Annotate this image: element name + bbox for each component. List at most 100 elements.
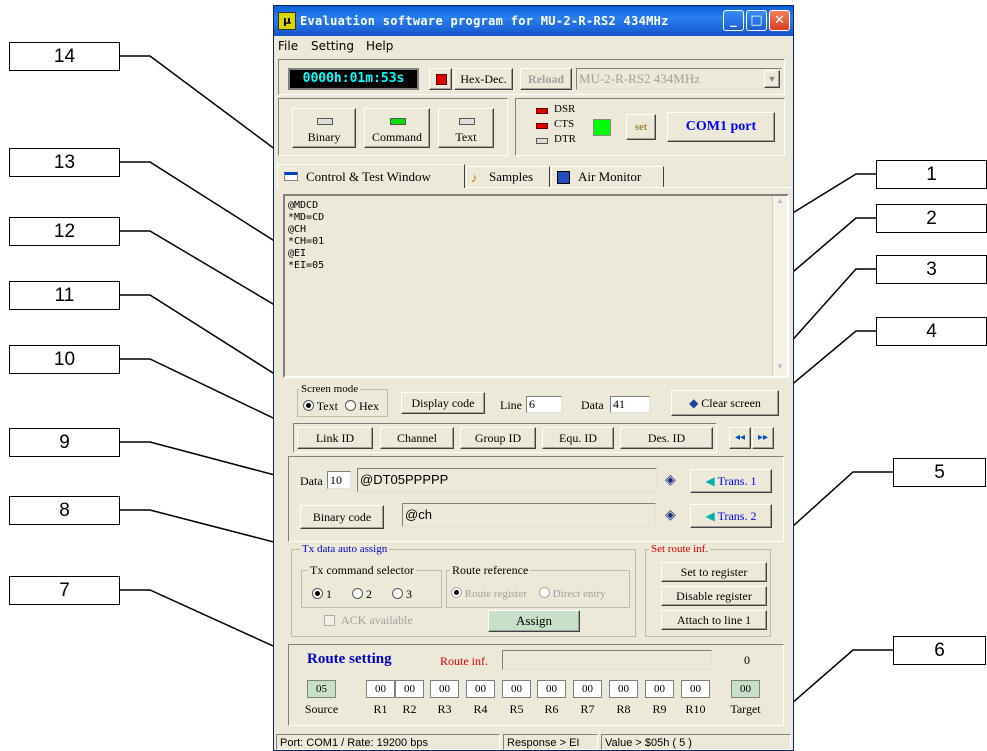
channel-button[interactable]: Channel <box>380 427 454 449</box>
tx-input-2[interactable]: @ch <box>402 503 656 527</box>
route-setting-title: Route setting <box>307 651 392 667</box>
relay-register-r10[interactable]: 00 <box>681 680 710 698</box>
trans2-button[interactable]: ◀ Trans. 2 <box>690 504 772 528</box>
tab-air-monitor[interactable]: Air Monitor <box>551 166 664 187</box>
callout-13: 13 <box>9 148 120 177</box>
link-id-button[interactable]: Link ID <box>297 427 373 449</box>
led-off-icon <box>317 118 333 125</box>
attach-to-line-button[interactable]: Attach to line 1 <box>661 610 767 630</box>
register-label: Target <box>730 702 761 716</box>
previous-icon[interactable]: ◂◂ <box>729 427 751 449</box>
disable-register-button[interactable]: Disable register <box>661 586 767 606</box>
com-port-button[interactable]: COM1 port <box>667 112 775 142</box>
reload-button[interactable]: Reload <box>520 68 572 90</box>
register-label: R10 <box>685 702 706 716</box>
relay-register-r6[interactable]: 00 <box>537 680 566 698</box>
terminal-line: *CH=01 <box>288 236 325 247</box>
register-label: R7 <box>580 702 595 716</box>
radio-selected-icon <box>451 587 462 598</box>
selector-2-radio[interactable]: 2 <box>352 587 372 602</box>
target-register[interactable]: 00 <box>731 680 760 698</box>
scroll-up-icon[interactable]: ▲ <box>773 196 787 210</box>
minimize-button[interactable]: _ <box>723 10 744 31</box>
ack-checkbox[interactable] <box>324 615 335 626</box>
callout-12: 12 <box>9 217 120 246</box>
route-count: 0 <box>744 653 750 667</box>
hexdec-indicator-button[interactable] <box>429 68 452 90</box>
status-port: Port: COM1 / Rate: 19200 bps <box>276 734 500 750</box>
device-select[interactable]: MU-2-R-RS2 434MHz <box>576 68 782 90</box>
trans1-button[interactable]: ◀ Trans. 1 <box>690 469 772 493</box>
dsr-label: DSR <box>554 103 576 115</box>
chevron-down-icon[interactable]: ▼ <box>764 70 780 88</box>
assign-button[interactable]: Assign <box>488 610 580 632</box>
binary-code-button[interactable]: Binary code <box>300 505 384 529</box>
tab-control-test[interactable]: Control & Test Window <box>277 164 465 188</box>
tab-samples[interactable]: ♪ Samples <box>466 166 550 187</box>
close-button[interactable]: ✕ <box>769 10 790 31</box>
menu-help[interactable]: Help <box>366 39 393 53</box>
status-bar: Port: COM1 / Rate: 19200 bps Response > … <box>274 733 793 751</box>
radio-unselected-icon <box>352 588 363 599</box>
text-mode-button[interactable]: Text <box>438 108 494 148</box>
clear-screen-button[interactable]: ◆ Clear screen <box>671 390 779 416</box>
terminal-line: *MD=CD <box>288 212 325 223</box>
dtr-label: DTR <box>554 133 576 145</box>
menu-setting[interactable]: Setting <box>311 39 354 53</box>
radio-selected-icon <box>312 588 323 599</box>
line-count-field: 6 <box>526 396 562 413</box>
command-mode-button[interactable]: Command <box>364 108 430 148</box>
group-id-button[interactable]: Group ID <box>460 427 536 449</box>
samples-icon: ♪ <box>471 170 478 185</box>
vertical-scrollbar[interactable]: ▲ ▼ <box>772 196 787 376</box>
radio-unselected-icon <box>539 587 550 598</box>
selector-1-radio[interactable]: 1 <box>312 587 332 602</box>
relay-register-r7[interactable]: 00 <box>573 680 602 698</box>
scroll-down-icon[interactable]: ▼ <box>773 362 787 376</box>
cts-label: CTS <box>554 118 575 130</box>
relay-register-r2[interactable]: 00 <box>395 680 424 698</box>
register-label: R6 <box>544 702 559 716</box>
tx-data-count: 10 <box>327 471 351 489</box>
menu-file[interactable]: File <box>278 39 298 53</box>
eraser-icon: ◆ <box>689 396 699 410</box>
screen-mode-hex-radio[interactable]: Hex <box>345 399 379 414</box>
source-register[interactable]: 05 <box>307 680 336 698</box>
terminal-line: @CH <box>288 224 307 235</box>
callout-3: 3 <box>876 255 987 284</box>
set-button[interactable]: set <box>626 114 656 140</box>
relay-register-r5[interactable]: 00 <box>502 680 531 698</box>
equ-id-button[interactable]: Equ. ID <box>542 427 614 449</box>
led-on-icon <box>390 118 406 125</box>
maximize-button[interactable]: □ <box>746 10 767 31</box>
des-id-button[interactable]: Des. ID <box>620 427 713 449</box>
status-value: Value > $05h ( 5 ) <box>601 734 791 750</box>
elapsed-timer: 0000h:01m:53s <box>288 68 419 90</box>
register-label: R5 <box>509 702 524 716</box>
next-icon[interactable]: ▸▸ <box>752 427 774 449</box>
display-code-button[interactable]: Display code <box>401 392 485 414</box>
tx-data-input[interactable]: @DT05PPPPP <box>357 468 657 492</box>
selector-3-radio[interactable]: 3 <box>392 587 412 602</box>
eraser-icon[interactable]: ◈ <box>665 507 676 524</box>
set-to-register-button[interactable]: Set to register <box>661 562 767 582</box>
terminal-screen[interactable]: @MDCD *MD=CD @CH *CH=01 @EI *EI=05 ▲ ▼ <box>283 194 789 378</box>
relay-register-r4[interactable]: 00 <box>466 680 495 698</box>
dtr-led-icon <box>536 138 548 144</box>
hexdec-button[interactable]: Hex-Dec. <box>454 68 513 90</box>
title-bar[interactable]: μ Evaluation software program for MU-2-R… <box>274 6 793 36</box>
route-register-radio[interactable]: Route register <box>451 587 527 600</box>
register-label: R2 <box>402 702 417 716</box>
screen-mode-text-radio[interactable]: Text <box>303 399 338 414</box>
relay-register-r3[interactable]: 00 <box>430 680 459 698</box>
relay-register-r8[interactable]: 00 <box>609 680 638 698</box>
data-label: Data <box>581 398 604 412</box>
relay-register-r1[interactable]: 00 <box>366 680 395 698</box>
eraser-icon[interactable]: ◈ <box>665 472 676 489</box>
terminal-line: @EI <box>288 248 307 259</box>
direct-entry-radio[interactable]: Direct entry <box>539 587 606 600</box>
binary-mode-button[interactable]: Binary <box>292 108 356 148</box>
relay-register-r9[interactable]: 00 <box>645 680 674 698</box>
app-icon: μ <box>278 12 296 30</box>
callout-8: 8 <box>9 496 120 525</box>
